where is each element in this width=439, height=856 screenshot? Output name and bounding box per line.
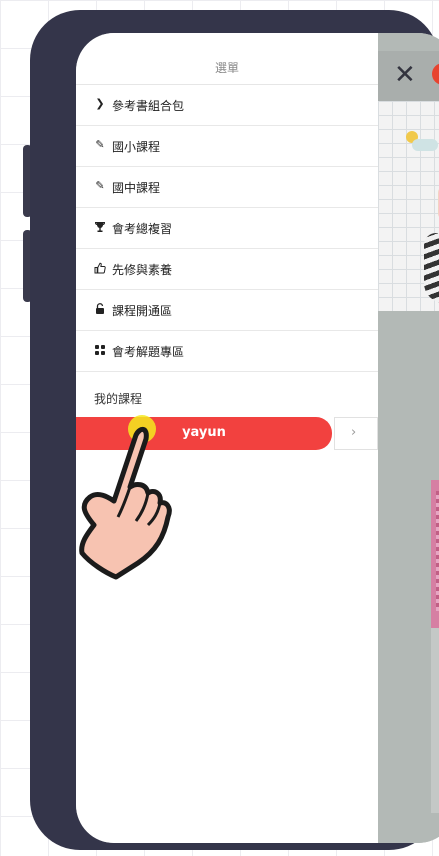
thumbs-up-icon <box>94 262 106 274</box>
menu-item-preparatory-literacy[interactable]: 先修與素養 <box>76 249 378 290</box>
menu-item-reference-book-bundle[interactable]: ❯ 參考書組合包 <box>76 85 378 126</box>
chevron-right-icon: ❯ <box>95 97 105 110</box>
menu-item-exam-solutions[interactable]: 會考解題專區 <box>76 331 378 372</box>
menu-item-course-activation[interactable]: 課程開通區 <box>76 290 378 331</box>
phone-screen: ✕ 選單 ❯ 參考書組合包 ✎ 國小課程 ✎ 國中課程 會考總複習 先修與素養 … <box>76 33 439 843</box>
menu-item-label: 會考解題專區 <box>112 345 185 359</box>
menu-item-label: 會考總複習 <box>112 222 173 236</box>
menu-item-label: 參考書組合包 <box>112 99 185 113</box>
close-icon[interactable]: ✕ <box>394 60 416 90</box>
course-card-body <box>431 628 439 813</box>
user-expand-button[interactable]: › <box>334 417 378 450</box>
pencil-icon: ✎ <box>95 179 105 192</box>
menu-item-junior-high-courses[interactable]: ✎ 國中課程 <box>76 167 378 208</box>
pointer-hand-icon <box>79 415 172 580</box>
grid-icon <box>94 344 106 356</box>
chevron-right-icon: › <box>351 425 357 440</box>
menu-item-label: 先修與素養 <box>112 263 173 277</box>
pencil-icon: ✎ <box>95 138 105 151</box>
banner-striped-sleeve <box>424 233 439 303</box>
trophy-icon <box>94 221 106 233</box>
unlock-icon <box>94 303 106 315</box>
my-courses-heading: 我的課程 <box>94 392 143 406</box>
menu-title: 選單 <box>214 61 239 75</box>
menu-item-label: 國中課程 <box>112 181 161 195</box>
menu-item-exam-review[interactable]: 會考總複習 <box>76 208 378 249</box>
menu-item-label: 國小課程 <box>112 140 161 154</box>
phone-frame: ✕ 選單 ❯ 參考書組合包 ✎ 國小課程 ✎ 國中課程 會考總複習 先修與素養 … <box>30 10 439 850</box>
cloud-icon <box>412 139 438 151</box>
menu-item-label: 課程開通區 <box>112 304 173 318</box>
menu-item-elementary-courses[interactable]: ✎ 國小課程 <box>76 126 378 167</box>
